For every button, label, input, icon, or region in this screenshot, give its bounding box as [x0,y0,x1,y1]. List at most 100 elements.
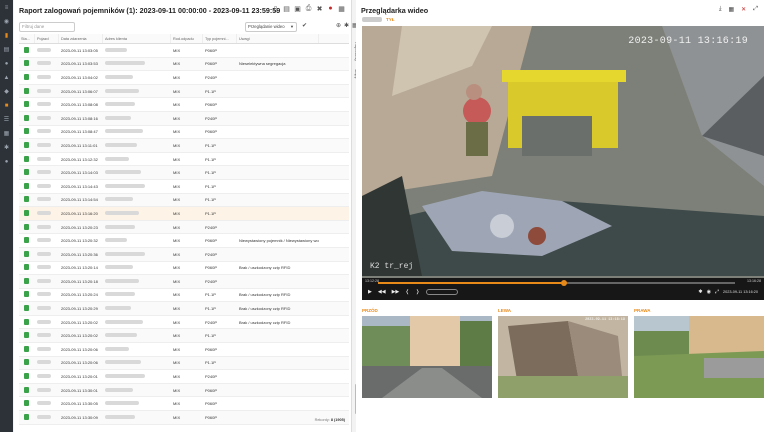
save-icon[interactable]: ▣ [294,5,301,13]
table-row[interactable]: 2023-09-11 13:03:05 MIX P060P [19,44,349,58]
video-player[interactable]: 2023-09-11 13:16:19 K2 tr_rej 13:12:28 1… [362,26,764,300]
table-row[interactable]: 2023-09-11 13:20:36 MIX P240P [19,247,349,262]
table-row[interactable]: 2023-09-11 13:14:54 MIX P1.1P [19,193,349,208]
column-header[interactable]: Typ pojemni... [203,34,237,43]
thumbnail-left[interactable]: LEWA 2023-09-11 13:16:19 [498,308,628,400]
document-icon[interactable] [24,237,29,244]
table-row[interactable]: 2023-09-11 13:30:01 MIX P060P [19,383,349,398]
skip-back-icon[interactable]: ◀◀ [378,289,386,295]
table-row[interactable]: 2023-09-11 13:14:03 MIX P1.1P [19,166,349,180]
document-icon[interactable] [24,318,29,325]
truck-icon[interactable]: ▲ [0,72,13,84]
frame-back-icon[interactable]: ❬ [405,289,409,295]
document-icon[interactable] [24,87,29,94]
column-header[interactable]: Pojazd [35,34,59,43]
document-icon[interactable] [24,400,29,407]
table-row[interactable]: 2023-09-11 13:14:43 MIX P1.1P [19,180,349,194]
table-row[interactable]: 2023-09-11 13:12:32 MIX P1.1P [19,153,349,167]
target-icon[interactable]: ⊕ [336,22,341,29]
table-row[interactable]: 2023-09-11 13:20:06 MIX P1.1P [19,356,349,371]
table-row[interactable]: 2023-09-11 13:20:14 MIX P060P Brak / uszkod… [19,262,349,276]
fullscreen-icon[interactable]: ⤢ [753,6,758,13]
record-icon[interactable]: ● [327,5,334,13]
table-row[interactable]: 2023-09-11 13:03:53 MIX P060P Nieselektywna… [19,57,349,72]
play-icon[interactable]: ▶ [368,289,372,295]
table-row[interactable]: 2023-09-11 13:08:08 MIX P060P [19,98,349,112]
table-row[interactable]: 2023-09-11 13:08:16 MIX P240P [19,111,349,126]
document-icon[interactable] [24,73,29,80]
document-icon[interactable] [24,277,29,284]
calendar-icon[interactable]: ▦ [0,128,13,140]
table-row[interactable]: 2023-09-11 13:16:20 MIX P1.1P [19,207,349,221]
map-icon[interactable]: ◆ [0,86,13,98]
close-icon[interactable]: ✕ [741,6,746,13]
print-icon[interactable]: ⎙ [305,5,312,13]
document-icon[interactable]: ▯ [272,5,279,13]
column-header[interactable]: Rod.odpadu [171,34,203,43]
document-icon[interactable] [24,128,29,135]
view-select[interactable]: Przeglądanie wideo ▼ [245,22,297,32]
table-row[interactable]: 2023-09-11 13:20:02 MIX P240P Brak / uszkod… [19,316,349,330]
document-icon[interactable] [24,305,29,312]
document-icon[interactable] [24,413,29,420]
user-icon[interactable]: ● [0,156,13,168]
table-row[interactable]: 2023-09-11 13:20:23 MIX P240P [19,220,349,235]
table-row[interactable]: 2023-09-11 13:04:02 MIX P240P [19,71,349,85]
timeline[interactable] [378,280,735,286]
document-icon[interactable] [24,60,29,67]
table-row[interactable]: 2023-09-11 13:20:02 MIX P1.1P [19,329,349,344]
document-icon[interactable] [24,291,29,298]
table-row[interactable]: 2023-09-11 13:20:29 MIX P1.1P Brak / uszkod… [19,302,349,316]
thumbnail-front[interactable]: PRZÓD [362,308,492,400]
document-icon[interactable] [24,345,29,352]
list-icon[interactable]: ☰ [0,114,13,126]
document-icon[interactable] [24,141,29,148]
table-row[interactable]: 2023-09-11 13:30:05 MIX P060P [19,397,349,412]
frame-forward-icon[interactable]: ❭ [415,289,419,295]
document-icon[interactable] [24,264,29,271]
menu-icon[interactable]: ≡ [0,2,13,14]
document-icon[interactable] [24,359,29,366]
column-header[interactable]: Adres klienta [103,34,171,43]
table-row[interactable]: 2023-09-11 13:06:07 MIX P1.1P [19,84,349,99]
document-icon[interactable] [24,250,29,257]
camera-icon[interactable]: ◉ [707,289,711,295]
speed-slider[interactable] [425,289,458,295]
calendar-icon[interactable]: ▦ [728,6,734,13]
document-icon[interactable] [24,169,29,176]
orders-icon[interactable]: ▤ [0,44,13,56]
settings-icon[interactable]: ✱ [344,22,349,29]
document-icon[interactable] [24,373,29,380]
reports-icon[interactable]: ■ [0,100,13,112]
document-icon[interactable] [24,114,29,121]
document-icon[interactable] [24,209,29,216]
document-icon[interactable] [24,386,29,393]
document-icon[interactable] [24,101,29,108]
timeline-playhead[interactable] [560,280,567,286]
document-icon[interactable] [24,182,29,189]
tools-icon[interactable]: ✖ [316,5,323,13]
table-row[interactable]: 2023-09-11 13:20:06 MIX P060P [19,343,349,357]
document-icon[interactable] [24,223,29,230]
fullscreen-icon[interactable]: ⤢ [715,289,719,295]
table-row[interactable]: 2023-09-11 13:20:24 MIX P1.1P Brak / uszkod… [19,289,349,303]
table-row[interactable]: 2023-09-11 13:20:18 MIX P240P [19,275,349,289]
calendar-icon[interactable]: ▦ [338,5,345,13]
chart-icon[interactable]: ▮ [0,30,13,42]
export-icon[interactable]: ▤ [283,5,290,13]
settings-icon[interactable]: ✱ [0,142,13,154]
table-row[interactable]: 2023-09-11 13:11:01 MIX P1.1P [19,139,349,153]
skip-forward-icon[interactable]: ▶▶ [392,289,400,295]
check-icon[interactable]: ✔ [302,22,307,29]
column-header[interactable]: Sta... [19,34,35,43]
table-row[interactable]: 2023-09-11 13:20:01 MIX P240P [19,370,349,384]
alert-icon[interactable]: ● [0,58,13,70]
document-icon[interactable] [24,196,29,203]
filter-input[interactable]: Filtruj dane [19,22,75,32]
document-icon[interactable] [24,332,29,339]
table-row[interactable]: 2023-09-11 13:30:09 MIX P060P [19,411,349,425]
thumbnail-right[interactable]: PRAWA [634,308,764,400]
download-icon[interactable]: ⤓ [719,6,722,13]
table-row[interactable]: 2023-09-11 13:08:47 MIX P060P [19,126,349,140]
column-header[interactable]: Data zdarzenia [59,34,103,43]
